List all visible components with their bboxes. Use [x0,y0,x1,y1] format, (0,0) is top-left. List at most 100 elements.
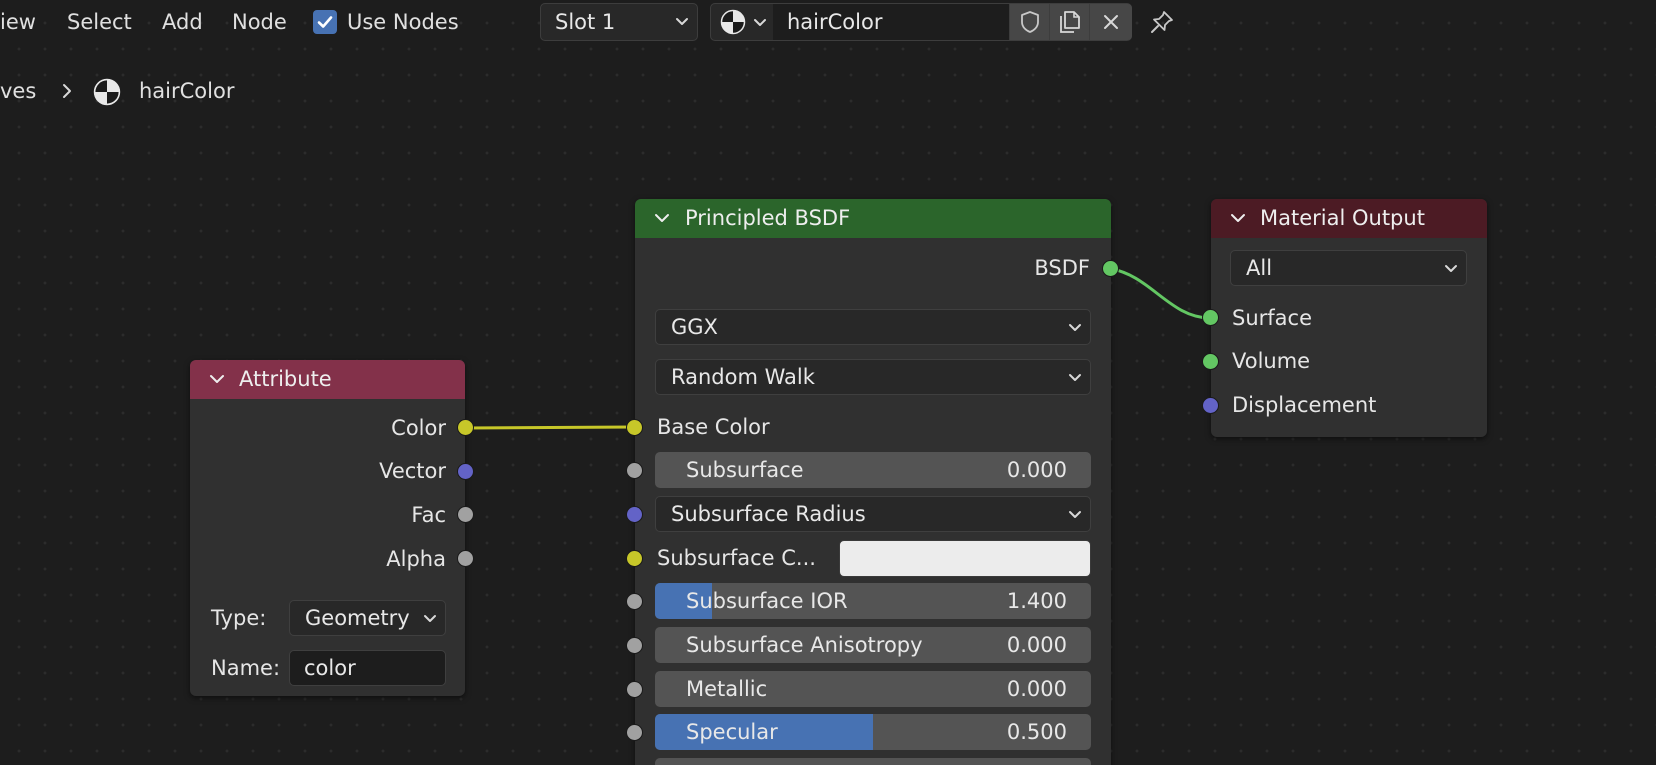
socket-volume-input[interactable] [1202,353,1219,370]
specular-slider[interactable]: Specular 0.500 [655,714,1091,750]
next-slider-partial[interactable] [655,758,1091,765]
duplicate-icon [1060,11,1080,33]
socket-subsurface-color-input[interactable] [626,550,643,567]
type-label: Type: [211,606,267,630]
attribute-name-field[interactable]: color [289,650,446,686]
socket-subsurface-radius-input[interactable] [626,506,643,523]
chevron-down-icon [676,18,688,25]
input-label-displacement: Displacement [1232,393,1377,417]
distribution-dropdown[interactable]: GGX [655,309,1091,345]
subsurface-slider[interactable]: Subsurface 0.000 [655,452,1091,488]
subsurface-method-value: Random Walk [671,365,815,389]
name-label: Name: [211,656,281,680]
output-label-vector: Vector [379,459,446,483]
socket-base-color-input[interactable] [626,419,643,436]
slot-dropdown-value: Slot 1 [555,10,616,34]
pin-icon [1151,11,1173,33]
chevron-down-icon [1445,265,1457,272]
output-target-value: All [1246,256,1273,280]
socket-subsurface-anisotropy-input[interactable] [626,637,643,654]
material-output-title: Material Output [1260,206,1425,230]
material-name-field[interactable]: hairColor [773,4,1009,40]
subsurface-method-dropdown[interactable]: Random Walk [655,359,1091,395]
pin-button[interactable] [1143,4,1181,40]
use-nodes-label: Use Nodes [347,10,459,34]
subsurface-ior-value: 1.400 [1006,589,1067,613]
type-dropdown[interactable]: Geometry [289,600,446,636]
distribution-value: GGX [671,315,718,339]
collapse-chevron-icon[interactable] [654,211,670,225]
input-label-surface: Surface [1232,306,1313,330]
material-output-node-header[interactable]: Material Output [1211,199,1487,238]
metallic-value: 0.000 [1006,677,1067,701]
chevron-down-icon [424,615,436,622]
chevron-down-icon [1069,511,1081,518]
input-label-volume: Volume [1232,349,1311,373]
output-label-fac: Fac [411,503,446,527]
unlink-material-button[interactable] [1089,4,1132,40]
base-color-label: Base Color [657,415,770,439]
subsurface-anisotropy-label: Subsurface Anisotropy [686,633,923,657]
use-nodes-checkbox[interactable] [313,10,337,34]
subsurface-ior-label: Subsurface IOR [686,589,848,613]
chevron-down-icon [1069,374,1081,381]
socket-subsurface-input[interactable] [626,462,643,479]
socket-surface-input[interactable] [1202,309,1219,326]
close-icon [1104,15,1118,29]
metallic-slider[interactable]: Metallic 0.000 [655,671,1091,707]
attribute-node-title: Attribute [239,367,332,391]
collapse-chevron-icon[interactable] [209,372,225,386]
attribute-name-value: color [304,656,356,680]
attribute-node-header[interactable]: Attribute [190,360,465,399]
material-sphere-icon [93,78,121,106]
socket-alpha-output[interactable] [457,550,474,567]
menu-view[interactable]: iew [0,8,36,36]
checkmark-icon [317,16,333,28]
menu-node[interactable]: Node [232,8,287,36]
subsurface-label: Subsurface [686,458,804,482]
chevron-down-icon [1069,324,1081,331]
principled-bsdf-title: Principled BSDF [685,206,851,230]
socket-vector-output[interactable] [457,463,474,480]
output-target-dropdown[interactable]: All [1230,250,1467,286]
subsurface-radius-dropdown[interactable]: Subsurface Radius [655,496,1091,532]
output-label-bsdf: BSDF [1034,256,1090,280]
principled-bsdf-node-header[interactable]: Principled BSDF [635,199,1111,238]
subsurface-value: 0.000 [1006,458,1067,482]
subsurface-color-swatch[interactable] [839,540,1091,577]
subsurface-anisotropy-value: 0.000 [1006,633,1067,657]
subsurface-color-label: Subsurface C... [657,546,816,570]
duplicate-material-button[interactable] [1049,4,1090,40]
material-name-text: hairColor [787,10,883,34]
socket-metallic-input[interactable] [626,681,643,698]
subsurface-ior-slider[interactable]: Subsurface IOR 1.400 [655,583,1091,619]
subsurface-anisotropy-slider[interactable]: Subsurface Anisotropy 0.000 [655,627,1091,663]
socket-displacement-input[interactable] [1202,397,1219,414]
slot-dropdown[interactable]: Slot 1 [540,3,698,41]
node-editor-canvas[interactable]: iew Select Add Node Use Nodes Slot 1 hai… [0,0,1656,765]
link-bsdf-to-surface [1110,267,1211,320]
material-datablock: hairColor [710,3,1132,41]
socket-specular-input[interactable] [626,724,643,741]
socket-bsdf-output[interactable] [1102,260,1119,277]
menu-select[interactable]: Select [67,8,132,36]
breadcrumb-current: hairColor [139,79,235,103]
output-label-color: Color [391,416,446,440]
chevron-down-icon [754,19,766,26]
chevron-right-icon [63,84,71,98]
socket-subsurface-ior-input[interactable] [626,593,643,610]
socket-color-output[interactable] [457,419,474,436]
shield-icon [1021,11,1039,33]
fake-user-button[interactable] [1009,4,1050,40]
material-browse-button[interactable] [711,4,774,40]
collapse-chevron-icon[interactable] [1230,211,1246,225]
output-label-alpha: Alpha [386,547,446,571]
menu-add[interactable]: Add [162,8,203,36]
subsurface-radius-label: Subsurface Radius [671,502,866,526]
editor-header: iew Select Add Node Use Nodes Slot 1 hai… [0,0,1656,46]
socket-fac-output[interactable] [457,506,474,523]
metallic-label: Metallic [686,677,768,701]
breadcrumb-parent: ves [0,79,37,103]
material-sphere-icon [720,9,746,35]
specular-label: Specular [686,720,778,744]
